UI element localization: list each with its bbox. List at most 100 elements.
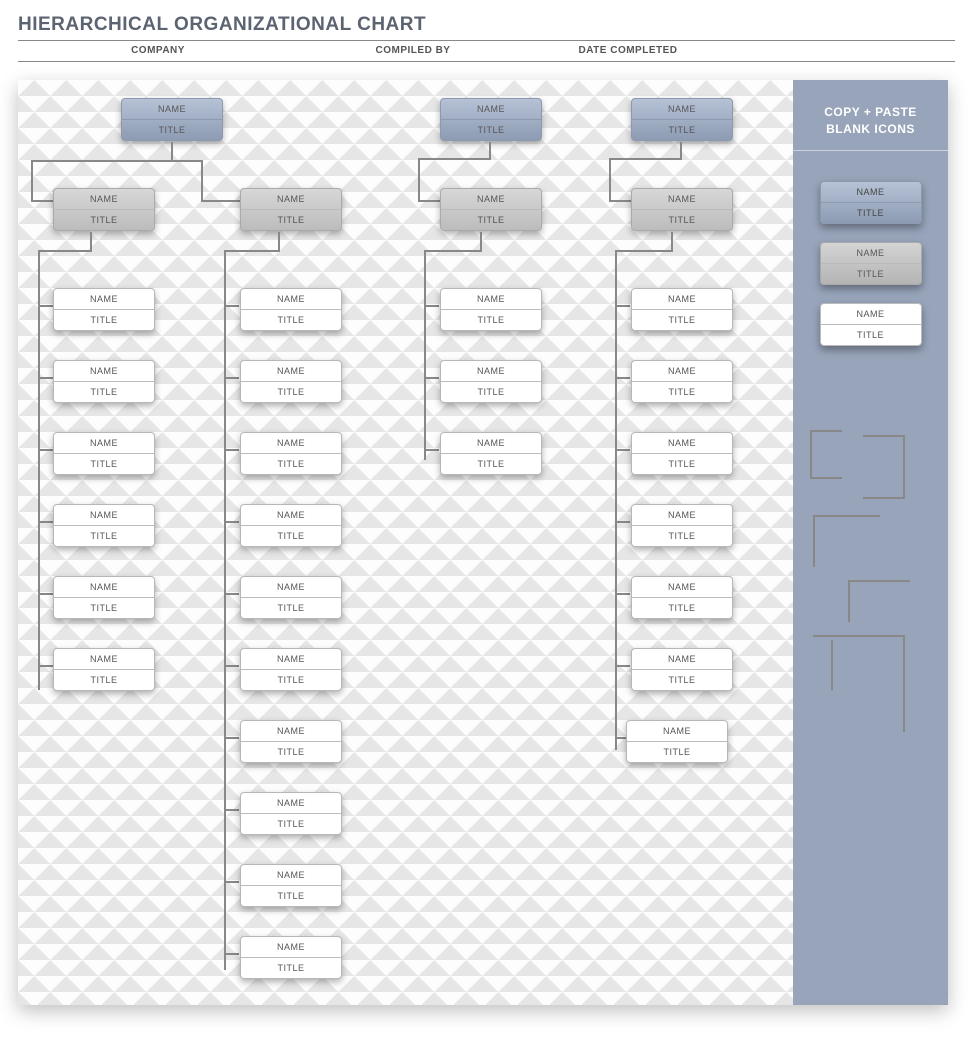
connector	[31, 200, 54, 202]
org-leaf[interactable]: NAMETITLE	[440, 288, 542, 331]
connector	[224, 809, 239, 811]
connector	[171, 142, 173, 160]
connector-shape[interactable]	[831, 640, 833, 690]
connector	[424, 250, 426, 460]
org-leaf[interactable]: NAMETITLE	[626, 720, 728, 763]
org-leaf[interactable]: NAMETITLE	[53, 576, 155, 619]
connector	[615, 377, 630, 379]
org-leaf[interactable]: NAMETITLE	[53, 360, 155, 403]
org-leaf[interactable]: NAMETITLE	[240, 288, 342, 331]
connector	[609, 158, 682, 160]
connector	[224, 881, 239, 883]
connector	[278, 232, 280, 252]
panel-title: COPY + PASTEBLANK ICONS	[793, 80, 948, 150]
connector	[31, 160, 203, 162]
org-leaf[interactable]: NAMETITLE	[240, 576, 342, 619]
page-title: HIERARCHICAL ORGANIZATIONAL CHART	[0, 0, 973, 40]
connector	[224, 593, 239, 595]
org-leaf[interactable]: NAMETITLE	[240, 864, 342, 907]
meta-compiled: COMPILED BY	[298, 41, 528, 61]
meta-company: COMPANY	[18, 41, 298, 61]
connector	[224, 953, 239, 955]
connector-shape[interactable]	[813, 515, 880, 567]
connector	[201, 200, 241, 202]
org-box[interactable]: NAMETITLE	[440, 188, 542, 231]
connector	[418, 158, 420, 202]
org-leaf[interactable]: NAMETITLE	[631, 576, 733, 619]
org-leaf[interactable]: NAMETITLE	[631, 360, 733, 403]
blank-icons-panel: COPY + PASTEBLANK ICONS NAMETITLE NAMETI…	[793, 80, 948, 1005]
blank-icon-style3[interactable]: NAMETITLE	[820, 303, 922, 346]
connector	[224, 305, 239, 307]
connector	[680, 142, 682, 158]
org-box-top[interactable]: NAMETITLE	[121, 98, 223, 141]
org-leaf[interactable]: NAMETITLE	[631, 432, 733, 475]
connector	[224, 250, 280, 252]
org-leaf[interactable]: NAMETITLE	[53, 288, 155, 331]
connector	[609, 200, 631, 202]
connector	[31, 160, 33, 200]
org-leaf[interactable]: NAMETITLE	[440, 432, 542, 475]
connector	[38, 521, 53, 523]
connector	[615, 449, 630, 451]
connector	[418, 200, 440, 202]
org-leaf[interactable]: NAMETITLE	[240, 648, 342, 691]
org-leaf[interactable]: NAMETITLE	[631, 648, 733, 691]
org-leaf[interactable]: NAMETITLE	[440, 360, 542, 403]
connector	[38, 449, 53, 451]
org-leaf[interactable]: NAMETITLE	[240, 792, 342, 835]
connector-shape[interactable]	[863, 435, 905, 499]
org-box[interactable]: NAMETITLE	[53, 188, 155, 231]
org-leaf[interactable]: NAMETITLE	[53, 648, 155, 691]
org-leaf[interactable]: NAMETITLE	[240, 936, 342, 979]
connector	[224, 377, 239, 379]
connector	[615, 593, 630, 595]
chart-canvas[interactable]: NAMETITLE NAMETITLE NAMETITLE NAMETITLE …	[18, 80, 948, 1005]
connector	[480, 232, 482, 252]
org-leaf[interactable]: NAMETITLE	[631, 504, 733, 547]
connector	[424, 250, 482, 252]
org-box-top[interactable]: NAMETITLE	[440, 98, 542, 141]
org-leaf[interactable]: NAMETITLE	[240, 432, 342, 475]
connector	[38, 377, 53, 379]
meta-completed: DATE COMPLETED	[528, 41, 728, 61]
org-leaf[interactable]: NAMETITLE	[240, 360, 342, 403]
connector	[38, 593, 53, 595]
connector	[224, 449, 239, 451]
connector	[424, 305, 439, 307]
connector	[224, 737, 239, 739]
blank-icon-style2[interactable]: NAMETITLE	[820, 242, 922, 285]
connector	[615, 250, 673, 252]
org-leaf[interactable]: NAMETITLE	[240, 504, 342, 547]
connector	[201, 160, 203, 200]
org-leaf[interactable]: NAMETITLE	[53, 432, 155, 475]
connector	[489, 142, 491, 158]
org-box[interactable]: NAMETITLE	[631, 188, 733, 231]
connector	[615, 305, 630, 307]
connector	[615, 521, 630, 523]
connector-shape[interactable]	[810, 430, 842, 479]
meta-row: COMPANY COMPILED BY DATE COMPLETED	[18, 40, 955, 62]
connector	[224, 521, 239, 523]
connector	[615, 665, 630, 667]
org-box-top[interactable]: NAMETITLE	[631, 98, 733, 141]
connector	[424, 377, 439, 379]
connector	[609, 158, 611, 202]
blank-icon-style1[interactable]: NAMETITLE	[820, 181, 922, 224]
connector	[224, 665, 239, 667]
org-leaf[interactable]: NAMETITLE	[240, 720, 342, 763]
connector	[38, 305, 53, 307]
connector	[38, 250, 40, 690]
org-leaf[interactable]: NAMETITLE	[53, 504, 155, 547]
connector-shape[interactable]	[813, 635, 905, 732]
connector	[38, 250, 92, 252]
org-box[interactable]: NAMETITLE	[240, 188, 342, 231]
connector-shape[interactable]	[848, 580, 910, 622]
connector	[224, 250, 226, 970]
connector	[671, 232, 673, 252]
connector	[424, 449, 439, 451]
org-leaf[interactable]: NAMETITLE	[631, 288, 733, 331]
connector	[90, 232, 92, 252]
connector	[38, 665, 53, 667]
connector	[615, 250, 617, 750]
